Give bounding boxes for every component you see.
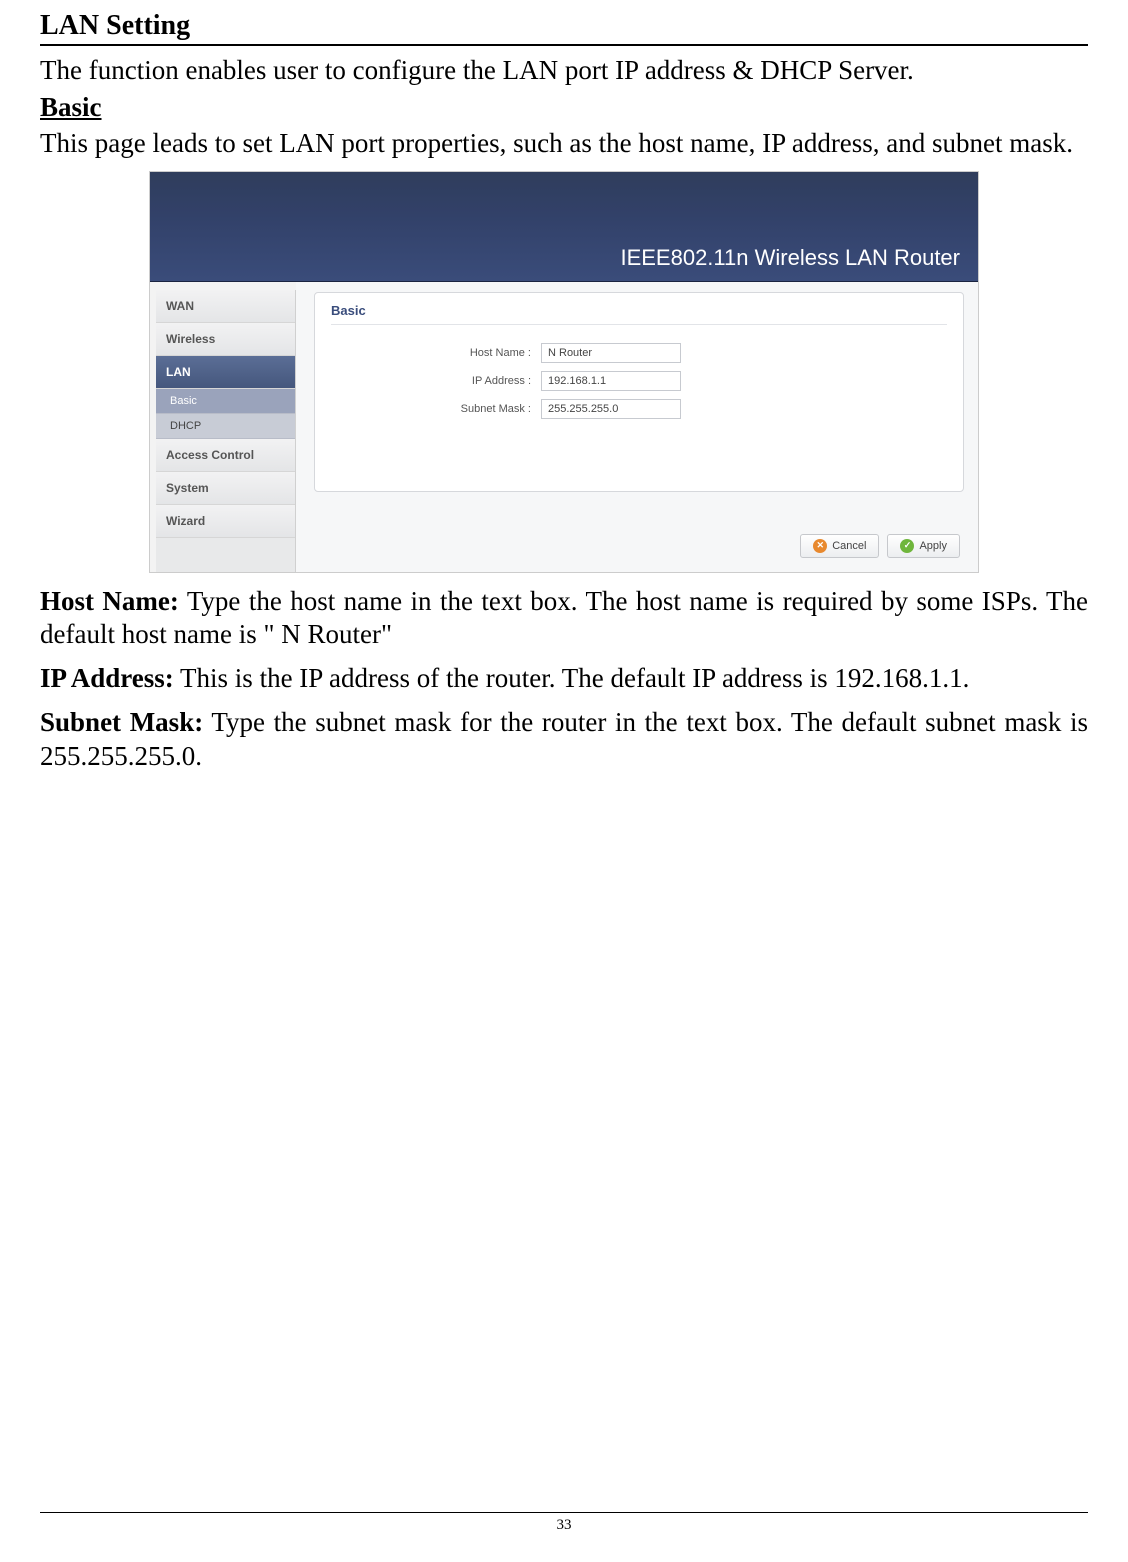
apply-icon: ✓: [900, 539, 914, 553]
sidebar-item-access-control[interactable]: Access Control: [156, 439, 295, 472]
subnet-mask-label: Subnet Mask:: [40, 707, 203, 737]
apply-label: Apply: [919, 540, 947, 552]
ip-address-label: IP Address:: [40, 663, 174, 693]
router-main: Basic Host Name : IP Address : Subnet Ma…: [296, 282, 978, 572]
router-sidebar: WAN Wireless LAN Basic DHCP Access Contr…: [156, 290, 296, 572]
sidebar-item-wan[interactable]: WAN: [156, 290, 295, 323]
label-host-name: Host Name :: [331, 347, 541, 359]
basic-description: This page leads to set LAN port properti…: [40, 127, 1088, 161]
intro-text: The function enables user to configure t…: [40, 54, 1088, 88]
cancel-label: Cancel: [832, 540, 866, 552]
host-name-label: Host Name:: [40, 586, 179, 616]
ip-address-para: IP Address: This is the IP address of th…: [40, 662, 1088, 696]
section-title: LAN Setting: [40, 10, 1088, 46]
page-number: 33: [557, 1517, 572, 1533]
host-name-para: Host Name: Type the host name in the tex…: [40, 585, 1088, 653]
apply-button[interactable]: ✓ Apply: [887, 534, 960, 558]
cancel-button[interactable]: ✕ Cancel: [800, 534, 879, 558]
panel-buttons: ✕ Cancel ✓ Apply: [800, 534, 960, 558]
row-subnet-mask: Subnet Mask :: [331, 399, 947, 419]
sub-title-basic: Basic: [40, 92, 1088, 123]
sidebar-item-lan[interactable]: LAN: [156, 356, 295, 389]
sidebar-item-system[interactable]: System: [156, 472, 295, 505]
page-footer: 33: [40, 1512, 1088, 1534]
sidebar-subitem-dhcp[interactable]: DHCP: [156, 414, 295, 439]
panel-title: Basic: [331, 303, 947, 325]
input-subnet-mask[interactable]: [541, 399, 681, 419]
input-ip-address[interactable]: [541, 371, 681, 391]
row-host-name: Host Name :: [331, 343, 947, 363]
sidebar-item-wireless[interactable]: Wireless: [156, 323, 295, 356]
host-name-text: Type the host name in the text box. The …: [40, 586, 1088, 650]
basic-panel: Basic Host Name : IP Address : Subnet Ma…: [314, 292, 964, 492]
label-subnet-mask: Subnet Mask :: [331, 403, 541, 415]
router-body: WAN Wireless LAN Basic DHCP Access Contr…: [150, 282, 978, 572]
ip-address-text: This is the IP address of the router. Th…: [174, 663, 970, 693]
sidebar-subitem-basic[interactable]: Basic: [156, 389, 295, 414]
label-ip-address: IP Address :: [331, 375, 541, 387]
cancel-icon: ✕: [813, 539, 827, 553]
row-ip-address: IP Address :: [331, 371, 947, 391]
router-screenshot: IEEE802.11n Wireless LAN Router WAN Wire…: [149, 171, 979, 573]
router-banner-title: IEEE802.11n Wireless LAN Router: [620, 245, 960, 271]
router-banner: IEEE802.11n Wireless LAN Router: [150, 172, 978, 282]
input-host-name[interactable]: [541, 343, 681, 363]
subnet-mask-para: Subnet Mask: Type the subnet mask for th…: [40, 706, 1088, 774]
sidebar-item-wizard[interactable]: Wizard: [156, 505, 295, 538]
